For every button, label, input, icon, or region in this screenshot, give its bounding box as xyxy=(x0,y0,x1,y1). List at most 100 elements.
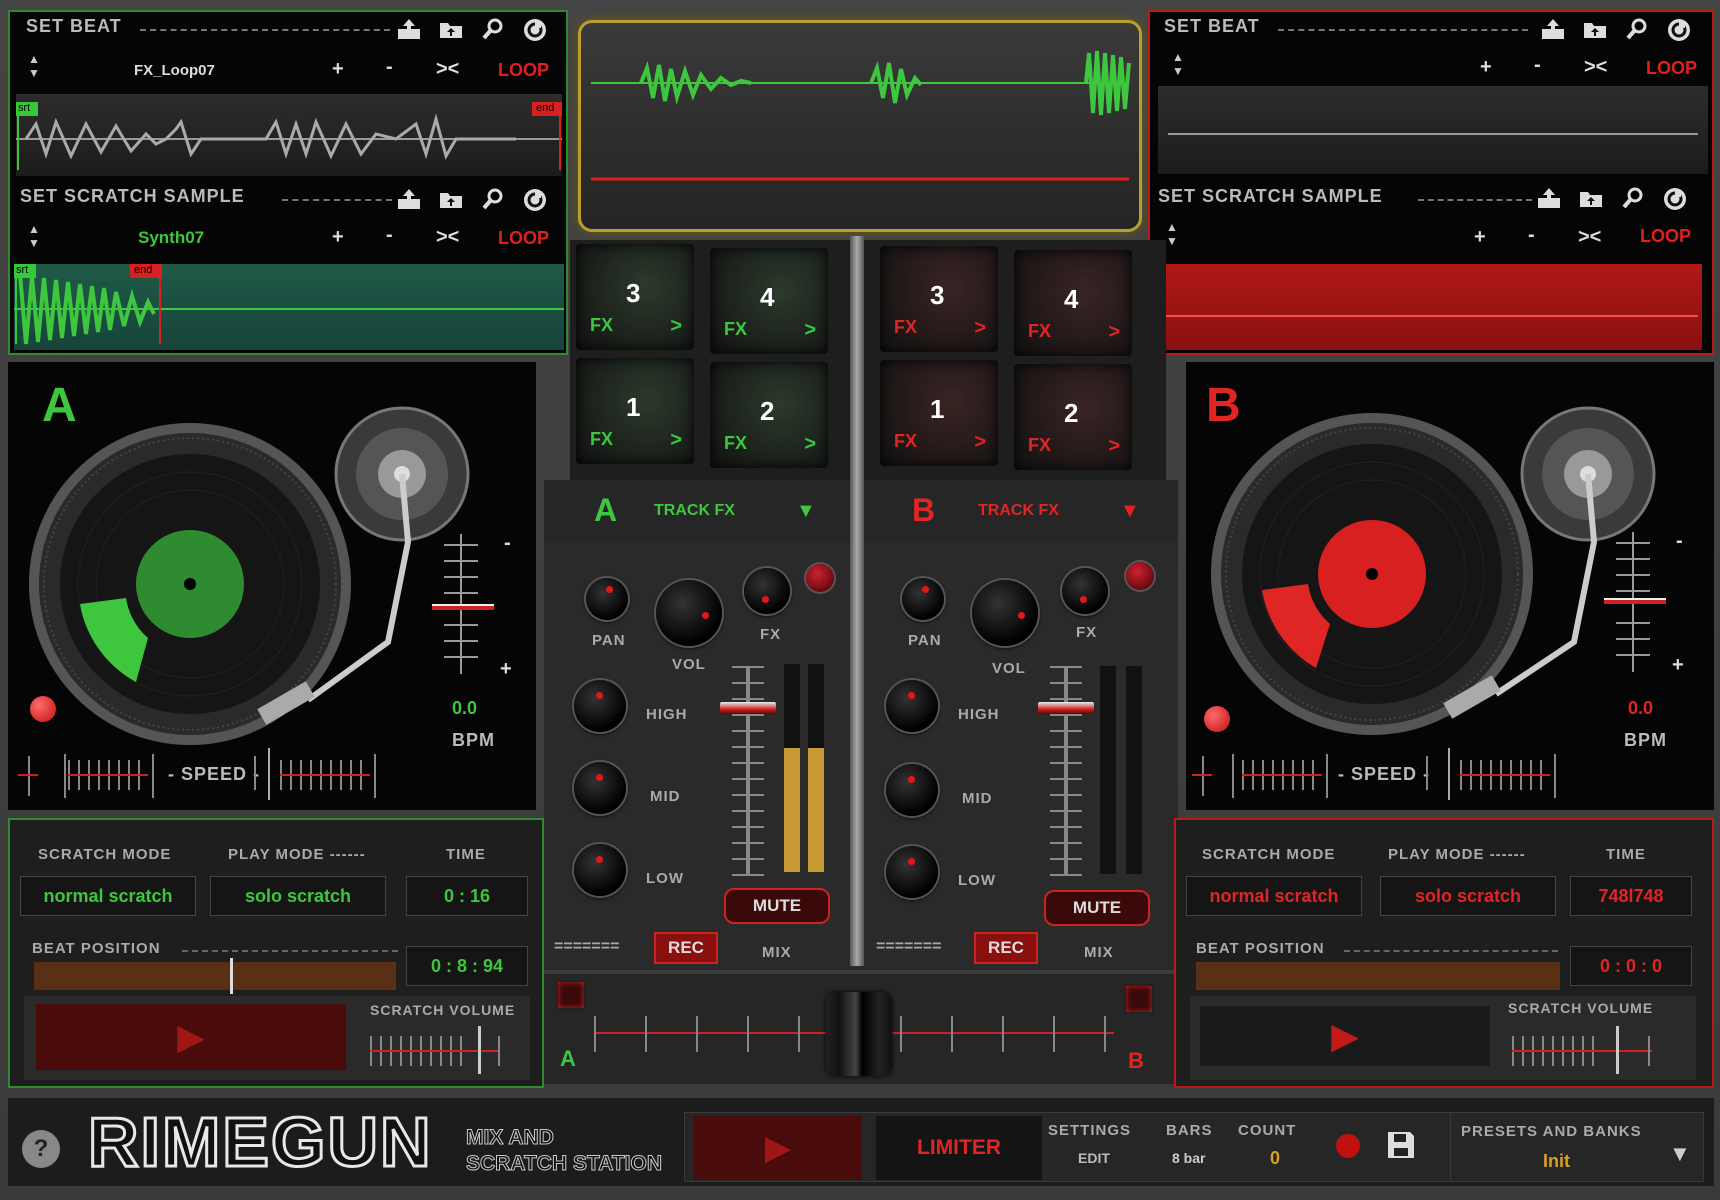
folder-icon[interactable] xyxy=(1582,18,1608,40)
save-icon[interactable] xyxy=(1386,1130,1416,1160)
chevron-down-icon[interactable]: ▼ xyxy=(1120,500,1140,523)
scratch-swap-button[interactable]: >< xyxy=(1578,226,1601,249)
scratch-start-marker-label[interactable]: srt xyxy=(16,264,28,276)
beat-plus-button[interactable]: + xyxy=(1480,56,1492,79)
help-button[interactable]: ? xyxy=(22,1130,60,1168)
scratch-plus-button[interactable]: + xyxy=(332,226,344,249)
mixer-a-pan-knob[interactable] xyxy=(586,578,628,620)
fx-pad-b-1[interactable]: 1 FX > xyxy=(880,360,998,466)
fx-pad-b-3[interactable]: 3 FX > xyxy=(880,246,998,352)
pitch-handle[interactable] xyxy=(432,604,494,610)
beat-loop-button[interactable]: LOOP xyxy=(498,60,549,81)
mixer-a-fx-indicator[interactable] xyxy=(806,564,834,592)
mixer-b-vol-knob[interactable] xyxy=(972,580,1038,646)
fx-pad-b-2[interactable]: 2 FX > xyxy=(1014,364,1132,470)
chevron-down-icon[interactable]: ▼ xyxy=(1669,1141,1691,1167)
beat-position-slider[interactable] xyxy=(34,958,396,994)
folder-icon[interactable] xyxy=(438,18,464,40)
beat-position-slider[interactable] xyxy=(1196,962,1560,990)
refresh-icon[interactable] xyxy=(1662,186,1688,212)
deck-b-pitch-slider[interactable] xyxy=(1604,532,1666,672)
refresh-icon[interactable] xyxy=(522,17,548,43)
search-icon[interactable] xyxy=(1626,18,1648,40)
bars-value[interactable]: 8 bar xyxy=(1172,1150,1205,1166)
mixer-a-track-fx-label[interactable]: TRACK FX xyxy=(654,502,735,520)
scratch-end-marker-label[interactable]: end xyxy=(134,264,152,276)
crossfader-handle[interactable] xyxy=(826,992,892,1076)
deck-b-play-button[interactable]: ▶ xyxy=(1200,1006,1490,1066)
main-waveform-display[interactable] xyxy=(578,20,1142,232)
scratch-plus-button[interactable]: + xyxy=(1474,226,1486,249)
scratch-mode-select[interactable]: normal scratch xyxy=(20,876,196,916)
mixer-b-low-knob[interactable] xyxy=(886,846,938,898)
presets-panel[interactable]: PRESETS AND BANKS Init ▼ xyxy=(1450,1112,1704,1182)
mixer-a-low-knob[interactable] xyxy=(574,844,626,896)
beat-loop-button[interactable]: LOOP xyxy=(1646,58,1697,79)
scratch-minus-button[interactable]: - xyxy=(386,224,393,247)
mixer-b-track-fx-label[interactable]: TRACK FX xyxy=(978,502,1059,520)
limiter-button[interactable]: LIMITER xyxy=(876,1116,1042,1180)
deck-a-speed-control[interactable]: - SPEED - xyxy=(18,748,418,800)
pitch-plus-button[interactable]: + xyxy=(500,658,512,681)
mixer-b-volume-fader[interactable] xyxy=(1038,666,1094,876)
refresh-icon[interactable] xyxy=(1666,17,1692,43)
scratch-minus-button[interactable]: - xyxy=(1528,224,1535,247)
deck-b-scratch-waveform[interactable] xyxy=(1154,264,1702,350)
mixer-a-rec-button[interactable]: REC xyxy=(654,932,718,964)
beat-swap-button[interactable]: >< xyxy=(1584,56,1607,79)
beat-scroll-arrows[interactable]: ▲ ▼ xyxy=(28,52,40,80)
scratch-loop-button[interactable]: LOOP xyxy=(498,228,549,249)
search-icon[interactable] xyxy=(482,18,504,40)
fader-handle[interactable] xyxy=(1038,702,1094,714)
crossfader-b-button[interactable] xyxy=(1124,984,1154,1014)
scratch-loop-button[interactable]: LOOP xyxy=(1640,226,1691,247)
search-icon[interactable] xyxy=(482,188,504,210)
mixer-b-fx-knob[interactable] xyxy=(1062,568,1108,614)
pitch-minus-button[interactable]: - xyxy=(1676,530,1683,553)
refresh-icon[interactable] xyxy=(522,187,548,213)
scratch-scroll-arrows[interactable]: ▲ ▼ xyxy=(28,222,40,250)
beat-scroll-arrows[interactable]: ▲ ▼ xyxy=(1172,50,1184,78)
deck-b-speed-control[interactable]: - SPEED - xyxy=(1192,748,1592,800)
search-icon[interactable] xyxy=(1622,187,1644,209)
scratch-mode-select[interactable]: normal scratch xyxy=(1186,876,1362,916)
mixer-a-mid-knob[interactable] xyxy=(574,762,626,814)
fx-pad-a-1[interactable]: 1 FX > xyxy=(576,358,694,464)
mixer-b-mid-knob[interactable] xyxy=(886,764,938,816)
mixer-b-mute-button[interactable]: MUTE xyxy=(1044,890,1150,926)
scratch-volume-slider[interactable] xyxy=(1512,1026,1662,1074)
mixer-a-fx-knob[interactable] xyxy=(744,568,790,614)
upload-icon[interactable] xyxy=(396,17,422,41)
master-play-button[interactable]: ▶ xyxy=(694,1116,862,1180)
mixer-a-high-knob[interactable] xyxy=(574,680,626,732)
mixer-a-volume-fader[interactable] xyxy=(720,666,776,876)
pitch-minus-button[interactable]: - xyxy=(504,532,511,555)
mixer-a-vol-knob[interactable] xyxy=(656,580,722,646)
deck-a-record-button[interactable] xyxy=(30,696,56,722)
presets-value[interactable]: Init xyxy=(1543,1151,1570,1172)
beat-position-handle[interactable] xyxy=(230,958,233,994)
play-mode-select[interactable]: solo scratch xyxy=(1380,876,1556,916)
scratch-volume-slider[interactable] xyxy=(370,1026,510,1074)
crossfader-a-button[interactable] xyxy=(556,980,586,1010)
upload-icon[interactable] xyxy=(1540,17,1566,41)
deck-a-scratch-file[interactable]: Synth07 xyxy=(138,228,204,248)
mixer-b-fx-indicator[interactable] xyxy=(1126,562,1154,590)
beat-minus-button[interactable]: - xyxy=(1534,54,1541,77)
pitch-handle[interactable] xyxy=(1604,598,1666,604)
deck-a-pitch-slider[interactable] xyxy=(432,534,494,674)
chevron-down-icon[interactable]: ▼ xyxy=(796,500,816,523)
record-icon[interactable] xyxy=(1336,1134,1360,1158)
deck-a-beat-waveform[interactable]: srt end xyxy=(16,94,562,176)
fader-handle[interactable] xyxy=(720,702,776,714)
fx-pad-a-3[interactable]: 3 FX > xyxy=(576,244,694,350)
deck-b-record-button[interactable] xyxy=(1204,706,1230,732)
deck-b-beat-waveform[interactable] xyxy=(1158,86,1708,174)
play-mode-select[interactable]: solo scratch xyxy=(210,876,386,916)
deck-a-play-button[interactable]: ▶ xyxy=(36,1004,346,1070)
deck-a-scratch-waveform[interactable]: srt end xyxy=(14,264,564,350)
upload-icon[interactable] xyxy=(396,187,422,211)
mixer-b-high-knob[interactable] xyxy=(886,680,938,732)
fx-pad-a-2[interactable]: 2 FX > xyxy=(710,362,828,468)
scratch-swap-button[interactable]: >< xyxy=(436,226,459,249)
